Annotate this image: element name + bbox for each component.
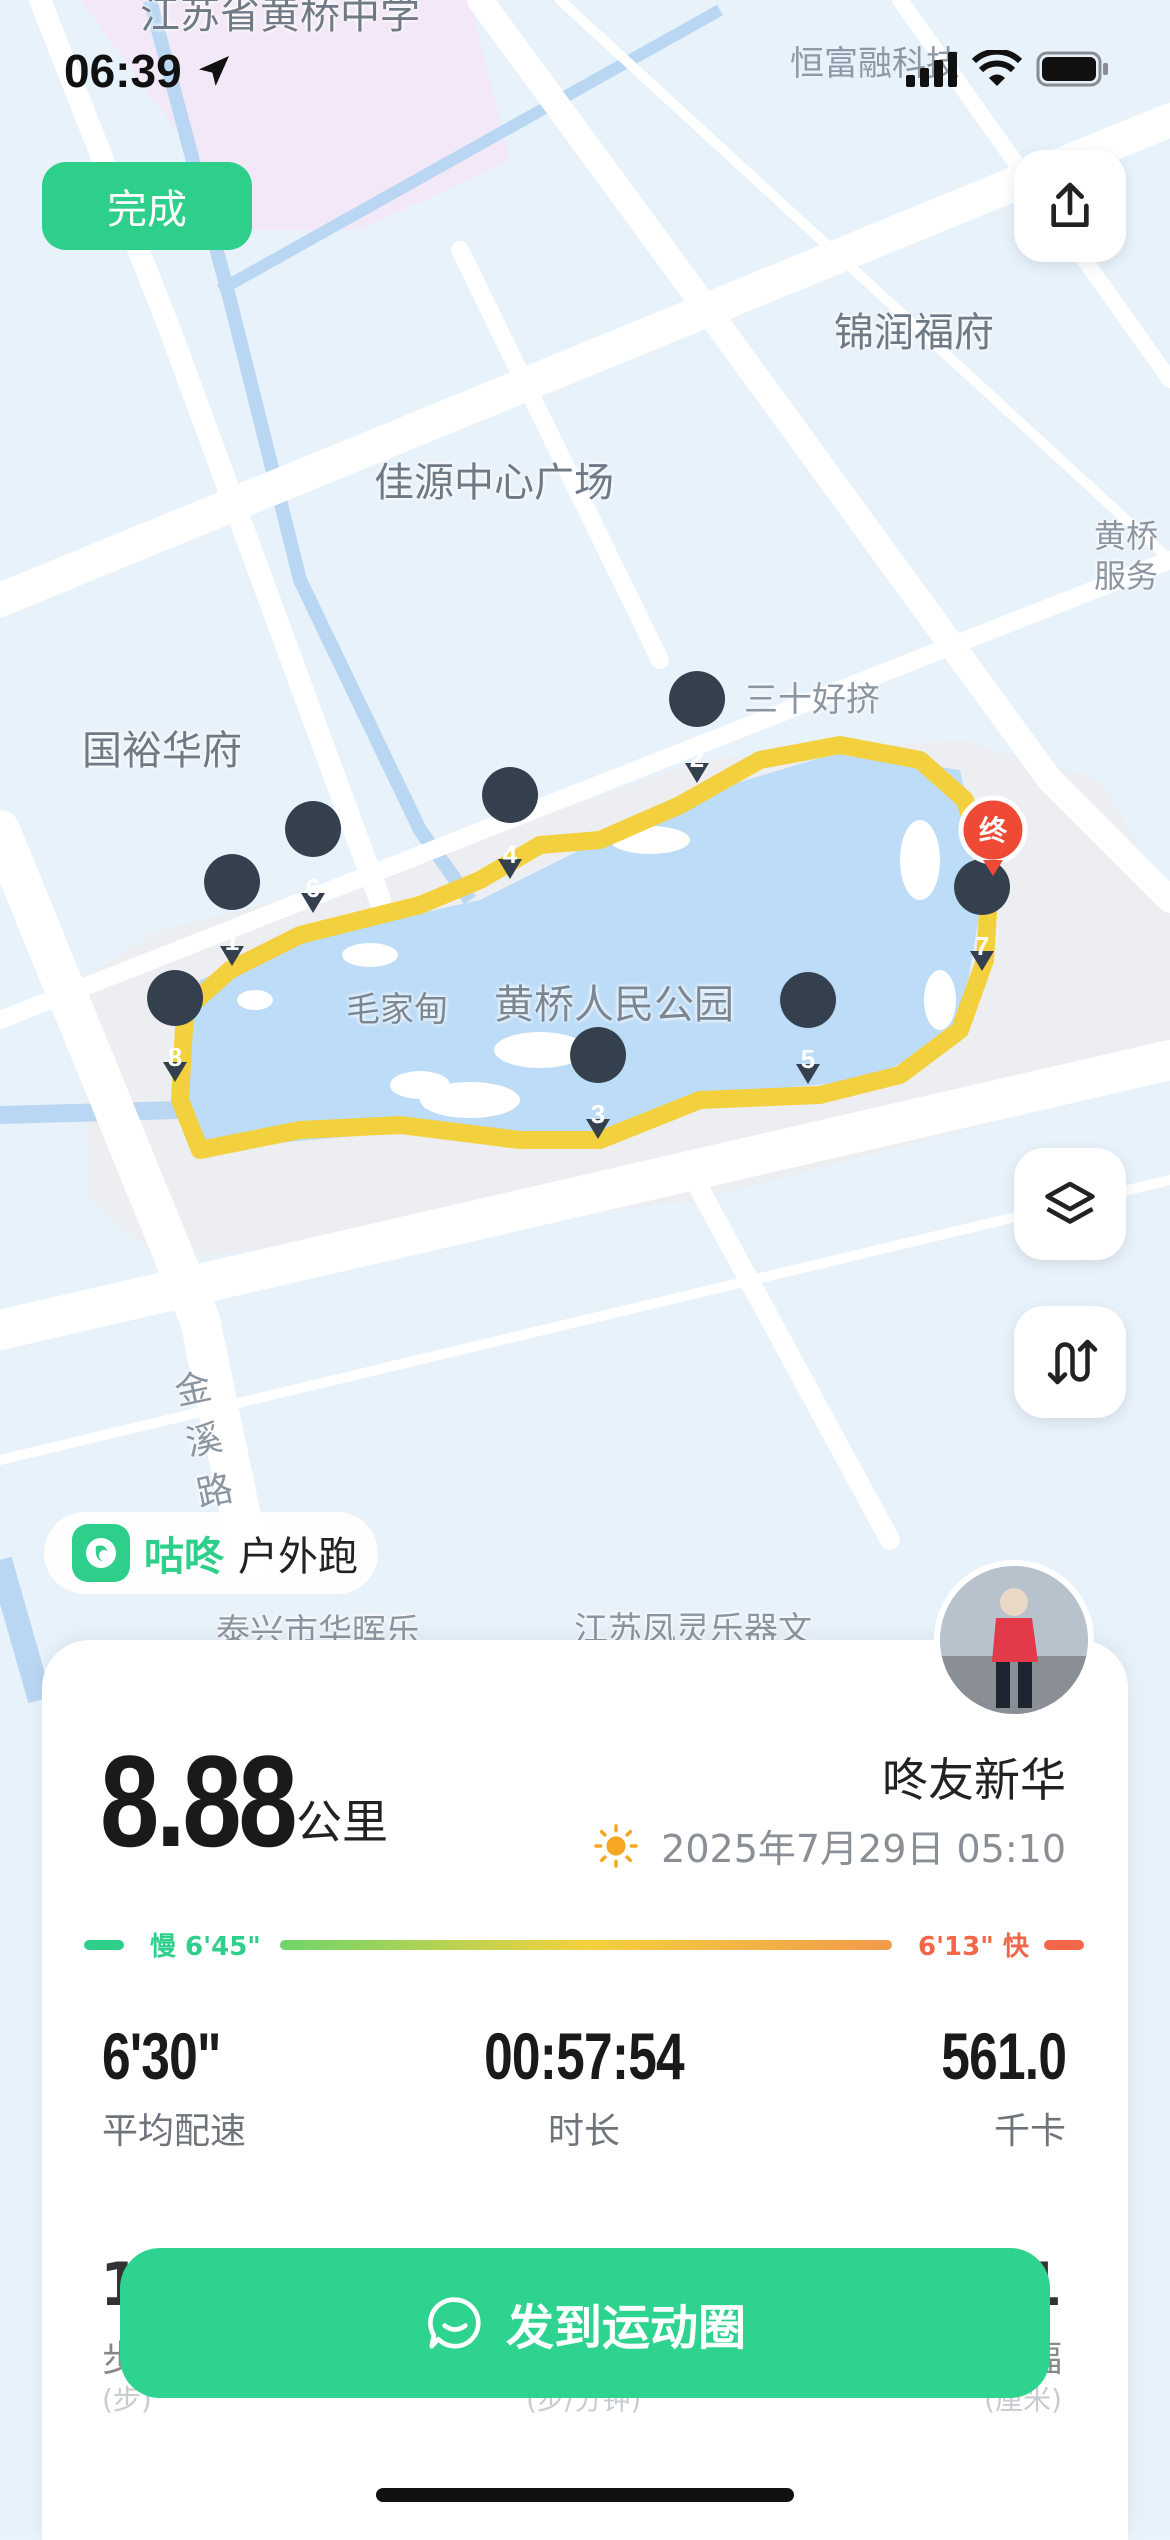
- stat-calories: 561.0 千卡: [906, 2018, 1067, 2154]
- home-indicator[interactable]: [376, 2488, 794, 2502]
- pace-slow-swatch: [84, 1940, 124, 1950]
- sunny-weather-icon: [594, 1823, 639, 1868]
- map-label-huangqiao-service: 黄桥服务: [1094, 517, 1159, 595]
- stat-value: 561.0: [941, 2019, 1067, 2093]
- battery-icon: [1036, 51, 1108, 87]
- stat-label: 时长: [547, 2111, 620, 2152]
- pace-gradient: [280, 1940, 892, 1950]
- activity-type: 户外跑: [238, 1534, 358, 1580]
- map-label-park: 黄桥人民公园: [494, 982, 734, 1028]
- done-button[interactable]: 完成: [42, 162, 252, 250]
- post-to-feed-label: 发到运动圈: [505, 2300, 746, 2356]
- svg-text:6: 6: [306, 873, 320, 903]
- distance-unit: 公里: [296, 1795, 388, 1849]
- status-icons: [906, 50, 1110, 88]
- map-label-guoyu: 国裕华府: [82, 728, 242, 774]
- activity-datetime: 2025年7月29日 05:10: [661, 1827, 1066, 1871]
- svg-text:5: 5: [801, 1044, 815, 1074]
- distance-value: 8.88: [100, 1728, 298, 1874]
- svg-text:1: 1: [225, 926, 239, 956]
- runner-photo: [940, 1566, 1088, 1714]
- map-label-school: 江苏省黄桥中学: [140, 0, 420, 38]
- pace-range-bar: 慢 6'45" 6'13" 快: [84, 1926, 1084, 1966]
- map-layers-button[interactable]: [1014, 1148, 1126, 1260]
- stat-label: 平均配速: [102, 2111, 247, 2152]
- share-export-button[interactable]: [1014, 150, 1126, 262]
- avatar[interactable]: [934, 1560, 1094, 1720]
- cellular-signal-icon: [906, 52, 957, 87]
- post-to-feed-button[interactable]: 发到运动圈: [120, 2248, 1050, 2398]
- svg-text:2: 2: [690, 743, 704, 773]
- route-replay-button[interactable]: [1014, 1306, 1126, 1418]
- codoon-logo-icon: [72, 1524, 130, 1582]
- stat-duration: 00:57:54 时长: [434, 2018, 734, 2154]
- status-time: 06:39: [64, 44, 234, 98]
- pace-fast-label: 6'13" 快: [918, 1932, 1029, 1962]
- layers-icon: [1045, 1181, 1095, 1224]
- map-label-sanshi: 三十好挤: [744, 680, 880, 720]
- pace-slow-label: 慢 6'45": [150, 1932, 261, 1962]
- stat-label: 千卡: [993, 2111, 1066, 2152]
- svg-text:7: 7: [975, 931, 989, 961]
- map-label-maojia: 毛家甸: [346, 990, 448, 1030]
- share-icon: [1051, 182, 1089, 228]
- activity-type-pill: 咕咚 户外跑: [44, 1512, 378, 1594]
- user-name: 咚友新华: [882, 1753, 1066, 1807]
- svg-text:终: 终: [979, 815, 1008, 846]
- stat-avg-pace: 6'30" 平均配速: [102, 2018, 254, 2154]
- stat-value: 00:57:54: [484, 2019, 685, 2093]
- location-arrow-icon: [199, 56, 230, 86]
- activity-date-row: 2025年7月29日 05:10: [593, 1818, 1066, 1873]
- brand-name: 咕咚: [144, 1534, 224, 1580]
- map-label-jiayuan: 佳源中心广场: [374, 460, 614, 506]
- wifi-icon: [972, 50, 1022, 86]
- stat-value: 6'30": [102, 2019, 221, 2093]
- route-icon: [1047, 1339, 1098, 1385]
- pace-fast-swatch: [1044, 1940, 1084, 1950]
- svg-text:8: 8: [168, 1042, 182, 1072]
- svg-text:4: 4: [503, 839, 518, 869]
- map-label-jinrun: 锦润福府: [834, 310, 994, 356]
- svg-text:3: 3: [591, 1099, 605, 1129]
- chat-bubble-icon: [428, 2297, 481, 2349]
